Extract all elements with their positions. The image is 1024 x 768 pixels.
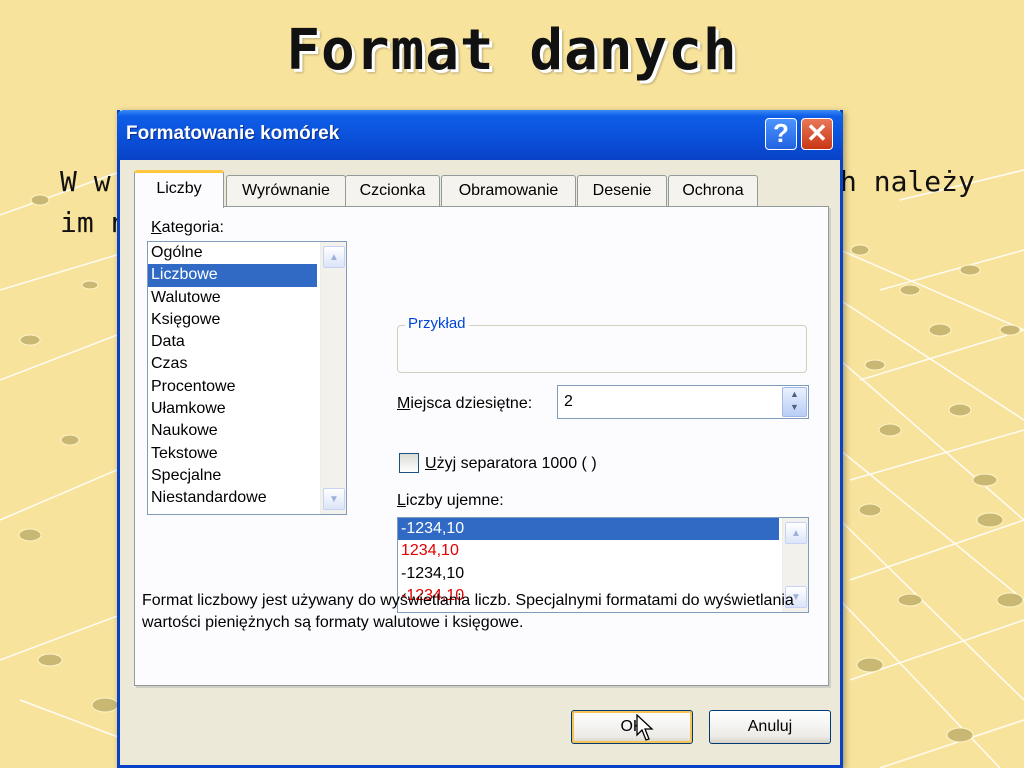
thousands-separator-checkbox[interactable] [399, 453, 419, 473]
thousands-separator-label[interactable]: Użyj separatora 1000 ( ) [425, 455, 597, 473]
sample-label: Przykład [405, 315, 469, 332]
category-item[interactable]: Księgowe [148, 309, 346, 331]
category-item[interactable]: Specjalne [148, 465, 346, 487]
category-item[interactable]: Data [148, 331, 346, 353]
tab-wyrownanie[interactable]: Wyrównanie [226, 175, 346, 207]
cancel-button[interactable]: Anuluj [709, 710, 831, 744]
dialog-title: Formatowanie komórek [126, 123, 340, 144]
spin-up-icon[interactable]: ▲ [790, 389, 799, 399]
category-scrollbar[interactable]: ▲ ▼ [320, 242, 346, 514]
negative-numbers-label: Liczby ujemne: [397, 492, 504, 509]
scroll-down-arrow-icon[interactable]: ▼ [323, 488, 345, 510]
category-item[interactable]: Ogólne [148, 242, 346, 264]
close-button[interactable]: ✕ [801, 118, 833, 150]
category-listbox[interactable]: Ogólne Liczbowe Walutowe Księgowe Data C… [147, 241, 347, 515]
scroll-up-arrow-icon[interactable]: ▲ [323, 246, 345, 268]
close-x-icon: ✕ [806, 118, 828, 148]
format-cells-dialog: Formatowanie komórek ? ✕ Liczby Wyrównan… [117, 110, 843, 768]
decimal-places-label: Miejsca dziesiętne: [397, 395, 533, 412]
tab-obramowanie[interactable]: Obramowanie [441, 175, 576, 207]
category-label: Kategoria: [151, 219, 224, 236]
category-item[interactable]: Procentowe [148, 376, 346, 398]
spin-down-icon[interactable]: ▼ [790, 402, 799, 412]
tab-czcionka[interactable]: Czcionka [345, 175, 440, 207]
category-item[interactable]: Ułamkowe [148, 398, 346, 420]
decimal-places-value: 2 [564, 393, 573, 410]
category-item[interactable]: Niestandardowe [148, 487, 346, 509]
tab-desenie[interactable]: Desenie [577, 175, 667, 207]
slide-text-line1-right: h należy [840, 165, 975, 198]
mouse-cursor-icon [636, 714, 654, 741]
category-item[interactable]: Czas [148, 353, 346, 375]
dialog-titlebar[interactable]: Formatowanie komórek ? ✕ [117, 110, 843, 160]
slide-text-line1-left: W w [60, 165, 111, 198]
tab-liczby[interactable]: Liczby [134, 170, 224, 208]
category-item-selected[interactable]: Liczbowe [148, 264, 317, 287]
scroll-up-arrow-icon[interactable]: ▲ [785, 522, 807, 544]
negative-format-item-selected[interactable]: -1234,10 [398, 518, 779, 541]
sample-groupbox [397, 325, 807, 373]
tab-ochrona[interactable]: Ochrona [668, 175, 758, 207]
category-item[interactable]: Tekstowe [148, 443, 346, 465]
decimal-places-spinner[interactable]: ▲ ▼ [782, 387, 807, 417]
negative-format-item[interactable]: -1234,10 [398, 563, 808, 585]
help-button[interactable]: ? [765, 118, 797, 150]
format-description: Format liczbowy jest używany do wyświetl… [142, 592, 794, 631]
ok-button[interactable]: OK [571, 710, 693, 744]
category-item[interactable]: Walutowe [148, 287, 346, 309]
category-item[interactable]: Naukowe [148, 420, 346, 442]
negative-format-item[interactable]: 1234,10 [398, 540, 808, 562]
question-mark-icon: ? [773, 118, 789, 148]
decimal-places-input[interactable]: 2 ▲ ▼ [557, 385, 809, 419]
slide-title: Format danych [286, 18, 738, 83]
